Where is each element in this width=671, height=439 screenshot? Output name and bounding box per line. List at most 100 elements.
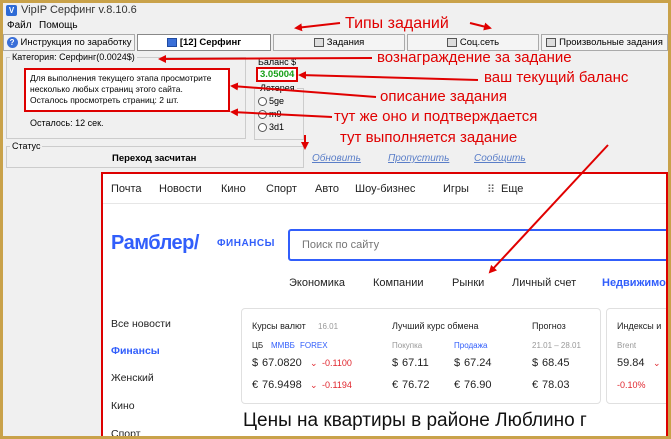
annotation-confirm: тут же оно и подтверждается bbox=[334, 108, 538, 125]
subnav-item[interactable]: Недвижимо bbox=[602, 277, 666, 289]
menu-help[interactable]: Помощь bbox=[39, 20, 78, 31]
indices-title: Индексы и bbox=[617, 321, 662, 331]
title-bar: V VipIP Серфинг v.8.10.6 bbox=[3, 3, 668, 18]
rates-source-mmvb[interactable]: ММВБ bbox=[271, 341, 295, 350]
grid-icon[interactable]: ⠿ bbox=[487, 183, 495, 196]
task-browser[interactable]: Почта Новости Кино Спорт Авто Шоу-бизнес… bbox=[101, 172, 668, 438]
lottery-option-label: 5ge bbox=[269, 96, 285, 106]
status-text: Переход засчитан bbox=[112, 153, 197, 164]
browser-window-icon bbox=[166, 38, 177, 47]
annotation-balance: ваш текущий баланс bbox=[484, 69, 629, 86]
description-line: несколько любых страниц этого сайта. bbox=[30, 84, 183, 94]
sidebar-item[interactable]: Женский bbox=[111, 372, 154, 384]
finance-widget: Курсы валют 16.01 ЦБ ММВБ FOREX $ 67.082… bbox=[241, 308, 601, 404]
tab-instructions-label: Инструкция по заработку bbox=[20, 37, 132, 48]
lottery-option[interactable]: 5ge bbox=[258, 96, 284, 106]
annotation-task-types: Типы заданий bbox=[345, 15, 449, 32]
lottery-option-label: m9 bbox=[269, 109, 282, 119]
usd-sell: 67.24 bbox=[464, 357, 492, 369]
exchange-buy-label: Покупка bbox=[392, 341, 423, 350]
rambler-logo[interactable]: Рамблер/ bbox=[111, 232, 199, 255]
lottery-option-label: 3d1 bbox=[269, 122, 285, 132]
lottery-option[interactable]: m9 bbox=[258, 109, 282, 119]
indices-name: Brent bbox=[617, 341, 637, 350]
down-arrow-icon: ⌄ bbox=[310, 358, 318, 368]
tab-tasks-label: Задания bbox=[326, 37, 365, 48]
menu-file[interactable]: Файл bbox=[7, 20, 32, 31]
topnav-item[interactable]: Новости bbox=[159, 183, 202, 195]
tab-social-label: Соц.сеть bbox=[459, 37, 500, 48]
description-line: Осталось просмотреть страниц: 2 шт. bbox=[30, 95, 179, 105]
tasks-icon bbox=[313, 38, 324, 47]
report-link[interactable]: Сообщить bbox=[474, 153, 526, 164]
eur-symbol: € bbox=[532, 379, 539, 391]
usd-buy: 67.11 bbox=[402, 357, 429, 369]
eur-symbol: € bbox=[252, 379, 259, 391]
eur-symbol: € bbox=[454, 379, 461, 391]
tab-surfing[interactable]: [12] Серфинг bbox=[137, 34, 271, 51]
usd-symbol: $ bbox=[252, 357, 259, 369]
topnav-item[interactable]: Почта bbox=[111, 183, 142, 195]
sidebar-item[interactable]: Кино bbox=[111, 400, 135, 412]
article-headline[interactable]: Цены на квартиры в районе Люблино г bbox=[243, 410, 587, 432]
social-network-icon bbox=[446, 38, 457, 47]
exchange-title: Лучший курс обмена bbox=[392, 321, 479, 331]
sidebar-item-active[interactable]: Финансы bbox=[111, 345, 160, 357]
down-arrow-icon: ⌄ bbox=[653, 358, 661, 368]
rates-source-cb[interactable]: ЦБ bbox=[252, 341, 263, 350]
status-label: Статус bbox=[10, 141, 43, 151]
topnav-more[interactable]: Еще bbox=[501, 183, 523, 195]
lottery-option[interactable]: 3d1 bbox=[258, 122, 284, 132]
topnav-item[interactable]: Игры bbox=[443, 183, 469, 195]
usd-symbol: $ bbox=[454, 357, 461, 369]
annotation-description: описание задания bbox=[380, 88, 507, 105]
eur-symbol: € bbox=[392, 379, 399, 391]
sidebar-item[interactable]: Все новости bbox=[111, 318, 171, 330]
usd-symbol: $ bbox=[392, 357, 399, 369]
tab-instructions[interactable]: ? Инструкция по заработку bbox=[3, 34, 135, 51]
exchange-sell-label: Продажа bbox=[454, 341, 488, 350]
task-description: Для выполнения текущего этапа просмотрит… bbox=[24, 68, 230, 112]
tab-custom-tasks-label: Произвольные задания bbox=[559, 37, 663, 48]
topnav-item[interactable]: Кино bbox=[221, 183, 246, 195]
subnav-item[interactable]: Компании bbox=[373, 277, 424, 289]
balance-value: 3.05004 bbox=[256, 67, 298, 82]
menu-bar: Файл Помощь bbox=[3, 18, 668, 34]
radio-icon bbox=[258, 109, 267, 119]
window-title: VipIP Серфинг v.8.10.6 bbox=[21, 4, 137, 16]
eur-sell: 76.90 bbox=[464, 379, 492, 391]
rambler-logo-sub: ФИНАНСЫ bbox=[217, 238, 275, 249]
eur-buy: 76.72 bbox=[402, 379, 430, 391]
forecast-eur: 78.03 bbox=[542, 379, 570, 391]
rates-date: 16.01 bbox=[318, 322, 339, 331]
topnav-item[interactable]: Спорт bbox=[266, 183, 297, 195]
indices-change: -0.10% bbox=[617, 380, 646, 390]
skip-link[interactable]: Пропустить bbox=[388, 153, 449, 164]
subnav-item[interactable]: Экономика bbox=[289, 277, 345, 289]
indices-value: 59.84 bbox=[617, 357, 645, 369]
forecast-usd: 68.45 bbox=[542, 357, 570, 369]
description-line: Для выполнения текущего этапа просмотрит… bbox=[30, 73, 212, 83]
subnav-item[interactable]: Рынки bbox=[452, 277, 484, 289]
sidebar-item[interactable]: Спорт bbox=[111, 428, 141, 436]
subnav-item[interactable]: Личный счет bbox=[512, 277, 576, 289]
help-icon: ? bbox=[6, 37, 18, 48]
radio-icon bbox=[258, 96, 267, 106]
search-input[interactable] bbox=[290, 231, 666, 259]
refresh-link[interactable]: Обновить bbox=[312, 153, 361, 164]
indices-widget: Индексы и Brent 59.84 ⌄ -0.10% bbox=[606, 308, 666, 404]
rates-title: Курсы валют bbox=[252, 321, 306, 331]
radio-icon bbox=[258, 122, 267, 132]
topnav-item[interactable]: Шоу-бизнес bbox=[355, 183, 415, 195]
category-label: Категория: Серфинг(0.0024$) bbox=[10, 52, 137, 62]
eur-rate: 76.9498 bbox=[262, 379, 302, 391]
topnav-item[interactable]: Авто bbox=[315, 183, 339, 195]
custom-tasks-icon bbox=[546, 38, 557, 47]
eur-change: -0.1194 bbox=[322, 380, 352, 390]
search-box bbox=[288, 229, 666, 261]
rates-source-forex[interactable]: FOREX bbox=[300, 341, 328, 350]
time-remaining: Осталось: 12 сек. bbox=[30, 118, 104, 128]
annotation-execute: тут выполняется задание bbox=[340, 129, 518, 146]
down-arrow-icon: ⌄ bbox=[310, 380, 318, 390]
tab-surfing-label: [12] Серфинг bbox=[179, 37, 242, 48]
